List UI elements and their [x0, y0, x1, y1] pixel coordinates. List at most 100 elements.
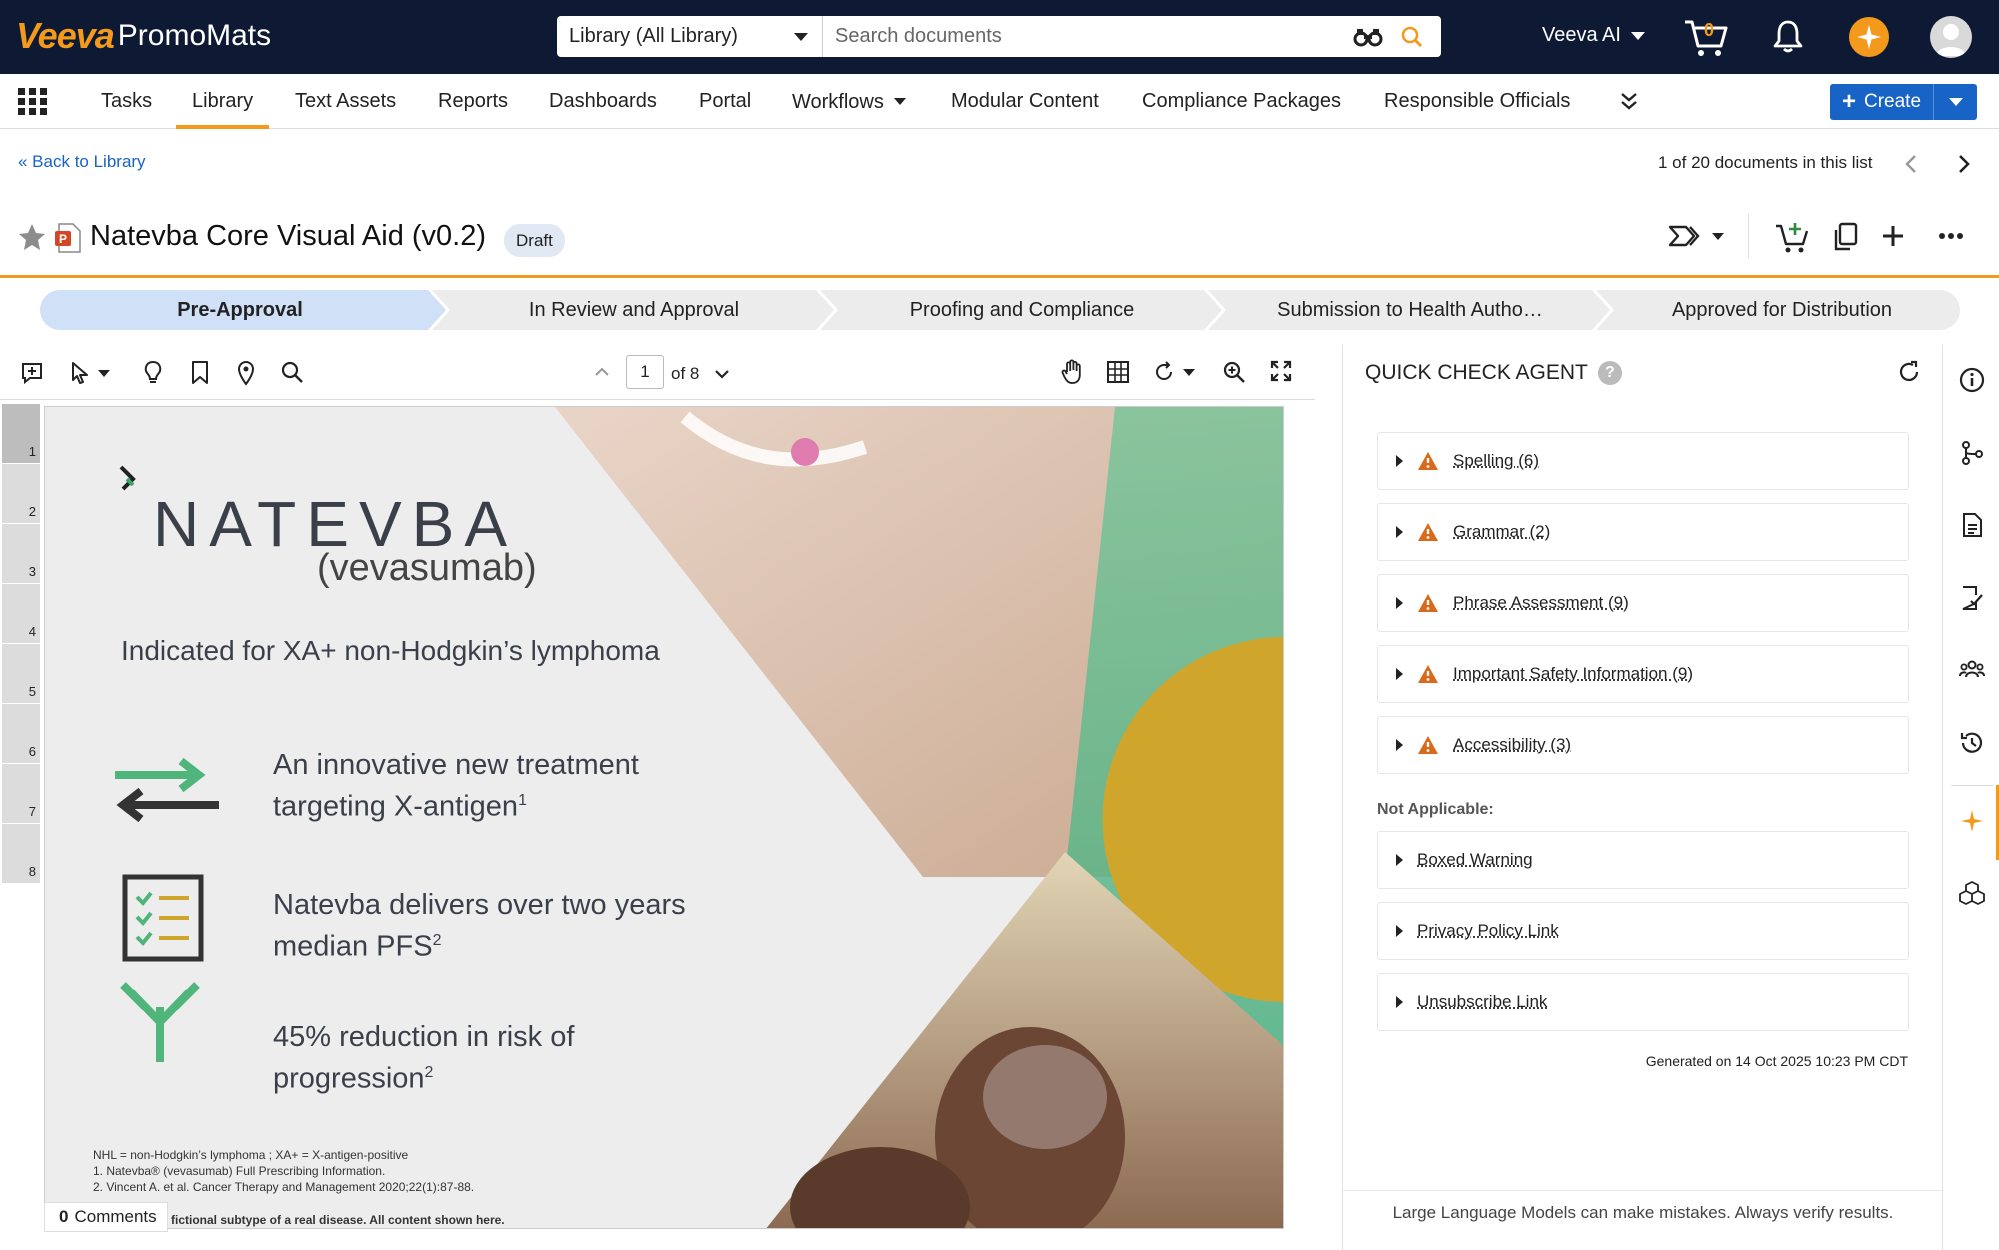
benefit-3-citation: 2 [425, 1064, 434, 1081]
ai-sparkle-icon[interactable] [1959, 808, 1985, 834]
indication-text: Indicated for XA+ non-Hodgkin’s lymphoma [121, 635, 660, 667]
fullscreen-icon[interactable] [1270, 360, 1292, 382]
next-page-icon[interactable] [714, 369, 730, 379]
expand-arrow-icon [1396, 668, 1403, 680]
app-grid-icon[interactable] [18, 88, 48, 116]
add-icon[interactable] [1881, 224, 1905, 248]
panel-header: QUICK CHECK AGENT ? [1365, 361, 1622, 385]
previous-document-icon[interactable] [1904, 154, 1918, 174]
nav-modular-content[interactable]: Modular Content [951, 74, 1099, 129]
nav-workflows[interactable]: Workflows [792, 74, 906, 129]
pan-hand-icon[interactable] [1060, 359, 1084, 385]
search-bar: Library (All Library) [557, 16, 1441, 57]
workflow-branch-icon[interactable] [1959, 440, 1985, 466]
refresh-icon[interactable] [1897, 360, 1921, 384]
search-scope-dropdown[interactable]: Library (All Library) [557, 16, 823, 57]
workflow-action-menu[interactable] [1668, 224, 1724, 248]
nav-text-assets[interactable]: Text Assets [295, 74, 396, 129]
binoculars-icon[interactable] [1353, 27, 1383, 47]
nav-more-icon[interactable] [1620, 91, 1638, 111]
page-thumbnail[interactable]: 6 [2, 704, 40, 764]
page-thumbnail[interactable]: 3 [2, 524, 40, 584]
side-icon-rail [1942, 345, 1999, 1250]
page-thumbnail[interactable]: 4 [2, 584, 40, 644]
create-button[interactable]: + Create [1830, 84, 1934, 120]
page-total: of 8 [671, 364, 699, 384]
expand-arrow-icon [1396, 739, 1403, 751]
add-to-cart-icon[interactable] [1774, 220, 1810, 254]
check-grammar[interactable]: Grammar (2) [1377, 503, 1909, 561]
footnotes: NHL = non-Hodgkin’s lymphoma ; XA+ = X-a… [93, 1147, 474, 1195]
location-pin-icon[interactable] [236, 360, 256, 386]
next-document-icon[interactable] [1957, 154, 1971, 174]
bookmark-icon[interactable] [190, 360, 210, 386]
lightbulb-icon[interactable] [142, 360, 164, 386]
thumbnail-number: 3 [29, 564, 36, 579]
ai-assistant-button[interactable] [1849, 17, 1889, 57]
document-details-icon[interactable] [1959, 512, 1985, 538]
create-dropdown-button[interactable] [1934, 84, 1977, 120]
rotate-icon[interactable] [1153, 361, 1195, 383]
copy-icon[interactable] [1832, 222, 1858, 252]
page-thumbnail[interactable]: 8 [2, 824, 40, 884]
document-search-icon[interactable] [280, 360, 304, 384]
chevron-down-icon [98, 370, 110, 377]
review-checklist-icon[interactable] [1959, 585, 1985, 611]
users-icon[interactable] [1959, 657, 1985, 683]
page-thumbnail[interactable]: 1 [2, 404, 40, 464]
add-annotation-icon[interactable] [20, 361, 44, 385]
veeva-ai-menu[interactable]: Veeva AI [1542, 24, 1645, 47]
previous-page-icon[interactable] [594, 367, 610, 377]
document-header: P Natevba Core Visual Aid (v0.2) Draft [0, 210, 1999, 270]
nav-library[interactable]: Library [176, 74, 269, 129]
stage-in-review[interactable]: In Review and Approval [440, 290, 828, 330]
zoom-in-icon[interactable] [1222, 360, 1246, 384]
back-to-library-link[interactable]: « Back to Library [18, 152, 146, 172]
comments-counter[interactable]: 0 Comments [44, 1202, 168, 1232]
modules-cubes-icon[interactable] [1959, 880, 1985, 906]
nav-compliance-packages[interactable]: Compliance Packages [1142, 74, 1341, 129]
nav-portal[interactable]: Portal [699, 74, 751, 129]
stage-proofing[interactable]: Proofing and Compliance [828, 290, 1216, 330]
bell-icon[interactable] [1773, 19, 1803, 53]
expand-arrow-icon [1396, 526, 1403, 538]
page-number-input[interactable]: 1 [626, 355, 664, 389]
grid-view-icon[interactable] [1107, 361, 1129, 383]
nav-dashboards[interactable]: Dashboards [549, 74, 657, 129]
nav-reports[interactable]: Reports [438, 74, 508, 129]
page-thumbnail[interactable]: 5 [2, 644, 40, 704]
cart-button[interactable]: 0 [1683, 16, 1731, 58]
pointer-tool-icon[interactable] [70, 361, 110, 385]
page-thumbnail[interactable]: 7 [2, 764, 40, 824]
document-page[interactable]: NATEVBA (vevasumab) Indicated for XA+ no… [44, 406, 1284, 1229]
user-avatar[interactable] [1930, 16, 1972, 58]
history-icon[interactable] [1959, 730, 1985, 756]
check-privacy-policy-link[interactable]: Privacy Policy Link [1377, 902, 1909, 960]
check-accessibility[interactable]: Accessibility (3) [1377, 716, 1909, 774]
check-unsubscribe-link[interactable]: Unsubscribe Link [1377, 973, 1909, 1031]
benefit-2-line-2: median PFS2 [273, 923, 686, 965]
stage-pre-approval[interactable]: Pre-Approval [40, 290, 440, 330]
benefit-2-citation: 2 [433, 932, 442, 949]
search-icon[interactable] [1401, 26, 1423, 48]
search-input[interactable] [823, 16, 1353, 57]
veeva-ai-label: Veeva AI [1542, 24, 1621, 47]
stage-approved[interactable]: Approved for Distribution [1604, 290, 1960, 330]
check-phrase-assessment[interactable]: Phrase Assessment (9) [1377, 574, 1909, 632]
check-boxed-warning[interactable]: Boxed Warning [1377, 831, 1909, 889]
warning-icon [1417, 451, 1439, 471]
nav-responsible-officials[interactable]: Responsible Officials [1384, 74, 1570, 129]
info-icon[interactable] [1959, 367, 1985, 393]
favorite-star-icon[interactable] [17, 222, 47, 252]
plus-icon: + [1842, 90, 1856, 114]
check-spelling[interactable]: Spelling (6) [1377, 432, 1909, 490]
check-important-safety-information[interactable]: Important Safety Information (9) [1377, 645, 1909, 703]
page-thumbnail[interactable]: 2 [2, 464, 40, 524]
help-icon[interactable]: ? [1598, 361, 1622, 385]
nav-tasks[interactable]: Tasks [101, 74, 152, 129]
chevron-down-icon [1631, 32, 1645, 40]
thumbnail-number: 1 [29, 444, 36, 459]
app-logo[interactable]: Veeva PromoMats [16, 16, 271, 56]
stage-submission[interactable]: Submission to Health Autho… [1216, 290, 1604, 330]
more-actions-icon[interactable] [1938, 232, 1964, 240]
